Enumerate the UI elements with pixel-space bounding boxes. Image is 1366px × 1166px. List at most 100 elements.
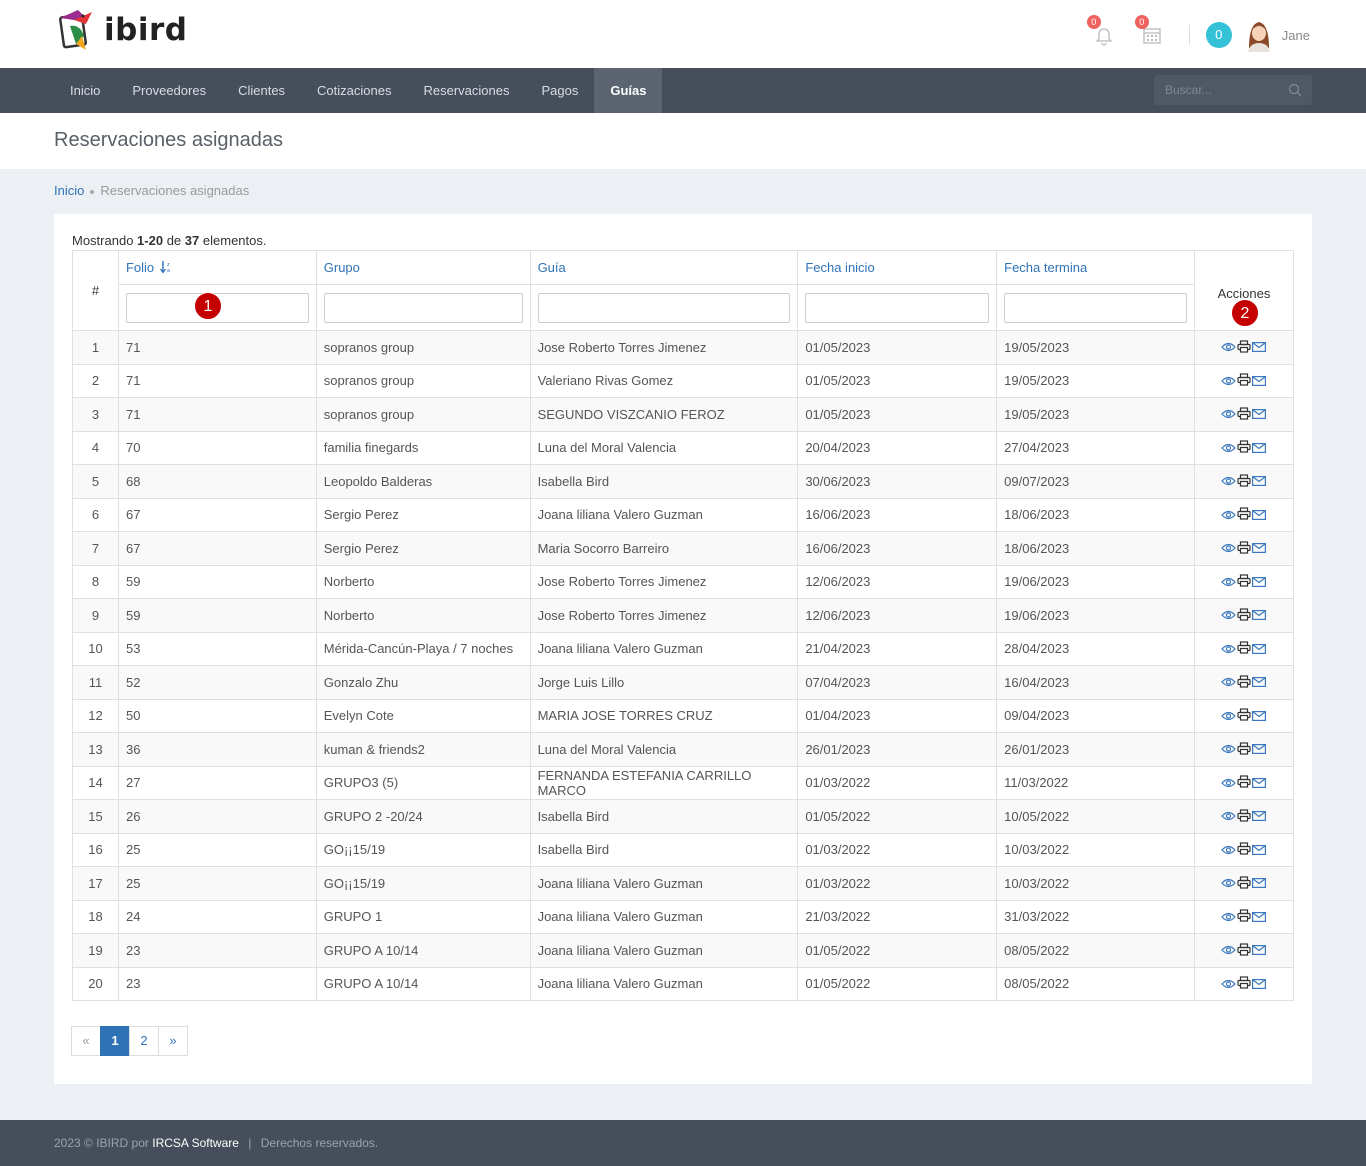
print-icon[interactable] (1237, 440, 1252, 456)
envelope-icon[interactable] (1252, 474, 1267, 489)
eye-icon[interactable] (1221, 474, 1237, 489)
logo[interactable]: ibird (56, 6, 187, 54)
nav-item-guias[interactable]: Guías (594, 68, 663, 113)
print-icon[interactable] (1237, 708, 1252, 724)
envelope-icon[interactable] (1252, 910, 1267, 925)
nav-item-inicio[interactable]: Inicio (54, 68, 116, 113)
envelope-icon[interactable] (1252, 642, 1267, 657)
eye-icon[interactable] (1221, 608, 1237, 623)
messages-badge[interactable]: 0 (1205, 22, 1232, 48)
envelope-icon[interactable] (1252, 374, 1267, 389)
eye-icon[interactable] (1221, 910, 1237, 925)
eye-icon[interactable] (1221, 675, 1237, 690)
pagination-prev[interactable]: « (71, 1026, 101, 1056)
nav-item-proveedores[interactable]: Proveedores (116, 68, 222, 113)
print-icon[interactable] (1237, 674, 1252, 691)
nav-item-pagos[interactable]: Pagos (525, 68, 594, 113)
avatar[interactable] (1246, 18, 1272, 52)
eye-icon[interactable] (1221, 977, 1237, 992)
eye-icon[interactable] (1221, 642, 1237, 657)
envelope-icon[interactable] (1252, 608, 1267, 623)
eye-icon[interactable] (1221, 374, 1237, 389)
print-icon[interactable] (1237, 473, 1252, 490)
filter-grupo-input[interactable] (323, 292, 523, 323)
nav-item-cotizaciones[interactable]: Cotizaciones (301, 68, 407, 113)
eye-icon[interactable] (1221, 809, 1237, 824)
envelope-icon[interactable] (1252, 407, 1267, 422)
sort-icon[interactable]: z a (159, 260, 172, 274)
column-header-grupo[interactable]: Grupo (315, 250, 531, 285)
print-icon[interactable] (1237, 406, 1252, 423)
envelope-icon[interactable] (1252, 575, 1267, 590)
eye-icon[interactable] (1221, 508, 1237, 523)
row-index: 20 (72, 966, 119, 1001)
envelope-icon[interactable] (1252, 943, 1267, 958)
search-input[interactable] (1154, 75, 1279, 105)
column-folio-label[interactable]: Folio (126, 260, 154, 275)
envelope-icon[interactable] (1252, 876, 1267, 891)
envelope-icon[interactable] (1252, 441, 1267, 456)
nav-item-clientes[interactable]: Clientes (222, 68, 301, 113)
envelope-icon[interactable] (1252, 508, 1267, 523)
column-grupo-label[interactable]: Grupo (324, 260, 360, 275)
column-guia-label[interactable]: Guía (538, 260, 566, 275)
pagination-next[interactable]: » (158, 1026, 188, 1056)
row-actions (1193, 933, 1295, 968)
print-icon[interactable] (1237, 507, 1252, 523)
search-icon[interactable] (1288, 83, 1302, 97)
eye-icon[interactable] (1221, 876, 1237, 891)
eye-icon[interactable] (1221, 742, 1237, 757)
notifications-button[interactable]: 0 (1086, 15, 1115, 46)
print-icon[interactable] (1237, 574, 1252, 590)
eye-icon[interactable] (1221, 340, 1237, 355)
envelope-icon[interactable] (1252, 776, 1267, 791)
table-row: 15 26 GRUPO 2 -20/24 Isabella Bird 01/05/202… (72, 799, 1295, 834)
envelope-icon[interactable] (1252, 843, 1267, 858)
column-header-fecha-termina[interactable]: Fecha termina (996, 250, 1195, 285)
eye-icon[interactable] (1221, 943, 1237, 958)
print-icon[interactable] (1237, 976, 1252, 992)
envelope-icon[interactable] (1252, 340, 1267, 355)
print-icon[interactable] (1237, 842, 1252, 858)
envelope-icon[interactable] (1252, 742, 1267, 757)
column-header-guia[interactable]: Guía (529, 250, 799, 285)
eye-icon[interactable] (1221, 407, 1237, 422)
pagination-page-2[interactable]: 2 (129, 1026, 159, 1056)
print-icon[interactable] (1237, 373, 1252, 389)
eye-icon[interactable] (1221, 541, 1237, 556)
print-icon[interactable] (1237, 641, 1252, 657)
eye-icon[interactable] (1221, 441, 1237, 456)
filter-fecha-termina-input[interactable] (1004, 292, 1187, 323)
filter-fecha-inicio-input[interactable] (805, 292, 990, 323)
user-name[interactable]: Jane (1282, 28, 1310, 43)
calendar-button[interactable]: 0 (1134, 15, 1163, 46)
print-icon[interactable] (1237, 909, 1252, 925)
print-icon[interactable] (1237, 607, 1252, 624)
column-header-fecha-inicio[interactable]: Fecha inicio (797, 250, 998, 285)
row-fecha-termina: 18/06/2023 (996, 497, 1195, 532)
eye-icon[interactable] (1221, 709, 1237, 724)
column-fecha-inicio-label[interactable]: Fecha inicio (805, 260, 874, 275)
footer-brand[interactable]: IRCSA Software (152, 1136, 239, 1150)
print-icon[interactable] (1237, 339, 1252, 356)
print-icon[interactable] (1237, 741, 1252, 758)
envelope-icon[interactable] (1252, 541, 1267, 556)
print-icon[interactable] (1237, 775, 1252, 791)
column-fecha-termina-label[interactable]: Fecha termina (1004, 260, 1087, 275)
print-icon[interactable] (1237, 942, 1252, 959)
eye-icon[interactable] (1221, 776, 1237, 791)
print-icon[interactable] (1237, 875, 1252, 892)
nav-item-reservaciones[interactable]: Reservaciones (407, 68, 525, 113)
column-header-folio[interactable]: Folio z a (117, 250, 317, 285)
pagination-page-1[interactable]: 1 (100, 1026, 130, 1056)
breadcrumb-home[interactable]: Inicio (54, 183, 84, 198)
envelope-icon[interactable] (1252, 977, 1267, 992)
eye-icon[interactable] (1221, 575, 1237, 590)
envelope-icon[interactable] (1252, 809, 1267, 824)
print-icon[interactable] (1237, 540, 1252, 557)
eye-icon[interactable] (1221, 843, 1237, 858)
filter-guia-input[interactable] (537, 292, 791, 323)
print-icon[interactable] (1237, 808, 1252, 825)
envelope-icon[interactable] (1252, 675, 1267, 690)
envelope-icon[interactable] (1252, 709, 1267, 724)
